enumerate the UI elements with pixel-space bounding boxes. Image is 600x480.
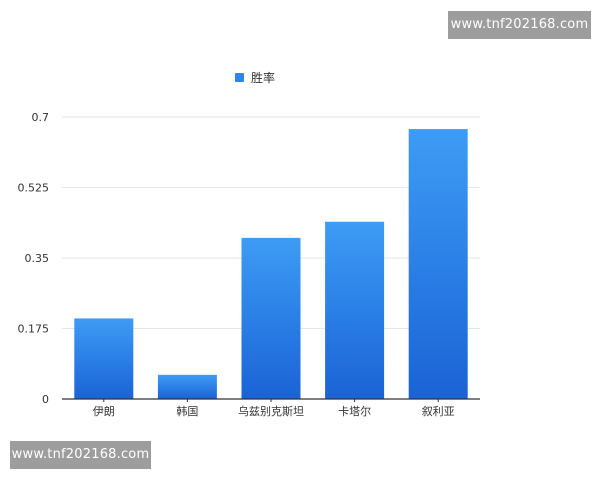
y-tick-label: 0 [42,393,49,406]
x-tick-label: 伊朗 [93,405,115,418]
bar [157,374,217,399]
bar [408,129,468,400]
bar [241,237,301,399]
y-tick-label: 0.175 [18,323,50,336]
bar [74,318,134,399]
x-tick-label: 卡塔尔 [338,405,371,418]
y-tick-label: 0.7 [32,111,50,124]
legend: 胜率 [235,70,275,85]
y-tick-label: 0.525 [18,182,50,195]
watermark-top: www.tnf202168.com [448,11,591,39]
bars [74,129,468,400]
bar [325,221,385,399]
x-tick-label: 韩国 [176,404,198,418]
legend-label: 胜率 [251,70,275,85]
legend-swatch [235,73,244,82]
x-tick-label: 乌兹别克斯坦 [238,404,304,418]
x-tick-label: 叙利亚 [422,404,455,418]
watermark-bottom: www.tnf202168.com [10,441,151,469]
bar-chart: 0 0.175 0.35 0.525 0.7 伊朗 韩国 乌兹别克斯坦 卡塔尔 叙利亚 胜率 [18,70,480,418]
y-tick-label: 0.35 [25,252,50,265]
